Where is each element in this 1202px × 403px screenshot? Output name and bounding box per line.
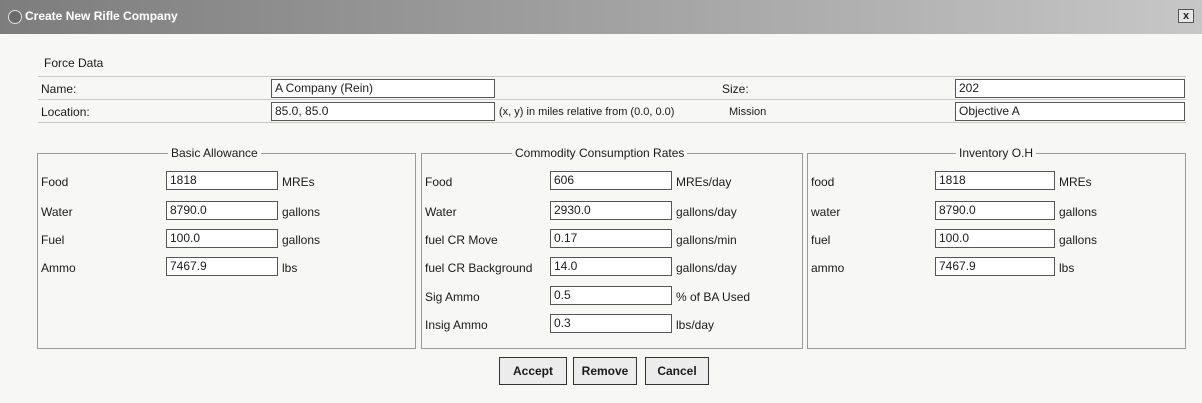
inv-food-field[interactable]: 1818 [935, 171, 1055, 190]
ba-fuel-field[interactable]: 100.0 [166, 229, 278, 248]
cr-sig-ammo-unit: % of BA Used [676, 290, 751, 304]
cr-fuel-move-label: fuel CR Move [425, 233, 498, 247]
consumption-title: Commodity Consumption Rates [512, 146, 688, 160]
ba-ammo-unit: lbs [282, 261, 298, 275]
ba-fuel-unit: gallons [282, 233, 321, 247]
inv-ammo-unit: lbs [1059, 261, 1075, 275]
location-note: (x, y) in miles relative from (0.0, 0.0) [499, 106, 675, 118]
ba-food-label: Food [41, 175, 69, 189]
cr-food-label: Food [425, 175, 453, 189]
size-field[interactable]: 202 [955, 79, 1185, 98]
cr-fuel-background-field[interactable]: 14.0 [550, 257, 672, 276]
ba-water-label: Water [41, 205, 73, 219]
inv-water-field[interactable]: 8790.0 [935, 201, 1055, 220]
mission-field[interactable]: Objective A [955, 102, 1185, 121]
ba-food-field[interactable]: 1818 [166, 171, 278, 190]
inv-fuel-unit: gallons [1059, 233, 1098, 247]
inventory-title: Inventory O.H [956, 146, 1037, 160]
name-field[interactable]: A Company (Rein) [271, 79, 495, 98]
cr-fuel-move-field[interactable]: 0.17 [550, 229, 672, 248]
ba-water-field[interactable]: 8790.0 [166, 201, 278, 220]
location-field[interactable]: 85.0, 85.0 [271, 102, 495, 121]
window-title: Create New Rifle Company [25, 9, 178, 23]
cr-water-field[interactable]: 2930.0 [550, 201, 672, 220]
basic-allowance-title: Basic Allowance [168, 146, 261, 160]
cr-fuel-background-unit: gallons/day [676, 261, 737, 275]
force-data-label: Force Data [44, 56, 104, 70]
cr-food-unit: MREs/day [676, 175, 732, 189]
cr-sig-ammo-label: Sig Ammo [425, 290, 480, 304]
inv-water-unit: gallons [1059, 205, 1098, 219]
accept-button[interactable]: Accept [499, 357, 567, 385]
inv-ammo-field[interactable]: 7467.9 [935, 257, 1055, 276]
mission-label: Mission [729, 106, 767, 118]
cr-insig-ammo-field[interactable]: 0.3 [550, 314, 672, 333]
cr-fuel-background-label: fuel CR Background [425, 261, 533, 275]
app-icon [8, 10, 22, 24]
inv-ammo-label: ammo [811, 261, 845, 275]
inv-water-label: water [811, 205, 841, 219]
cr-food-field[interactable]: 606 [550, 171, 672, 190]
ba-fuel-label: Fuel [41, 233, 65, 247]
size-label: Size: [722, 82, 749, 96]
row-divider [38, 99, 1186, 100]
inv-fuel-field[interactable]: 100.0 [935, 229, 1055, 248]
title-bar[interactable]: Create New Rifle Company x [0, 0, 1202, 34]
ba-water-unit: gallons [282, 205, 321, 219]
cr-water-label: Water [425, 205, 457, 219]
cr-water-unit: gallons/day [676, 205, 737, 219]
dialog-window: Create New Rifle Company x Force Data Na… [0, 0, 1202, 403]
close-button[interactable]: x [1178, 9, 1194, 23]
inv-food-label: food [811, 175, 835, 189]
cr-fuel-move-unit: gallons/min [676, 233, 737, 247]
cancel-button[interactable]: Cancel [645, 357, 709, 385]
inv-fuel-label: fuel [811, 233, 831, 247]
remove-button[interactable]: Remove [573, 357, 637, 385]
row-divider [38, 76, 1186, 77]
name-label: Name: [41, 82, 77, 96]
ba-ammo-label: Ammo [41, 261, 76, 275]
row-divider [38, 122, 1186, 123]
ba-food-unit: MREs [282, 175, 315, 189]
cr-sig-ammo-field[interactable]: 0.5 [550, 286, 672, 305]
location-label: Location: [41, 105, 90, 119]
ba-ammo-field[interactable]: 7467.9 [166, 257, 278, 276]
cr-insig-ammo-label: Insig Ammo [425, 318, 488, 332]
cr-insig-ammo-unit: lbs/day [676, 318, 715, 332]
inv-food-unit: MREs [1059, 175, 1092, 189]
